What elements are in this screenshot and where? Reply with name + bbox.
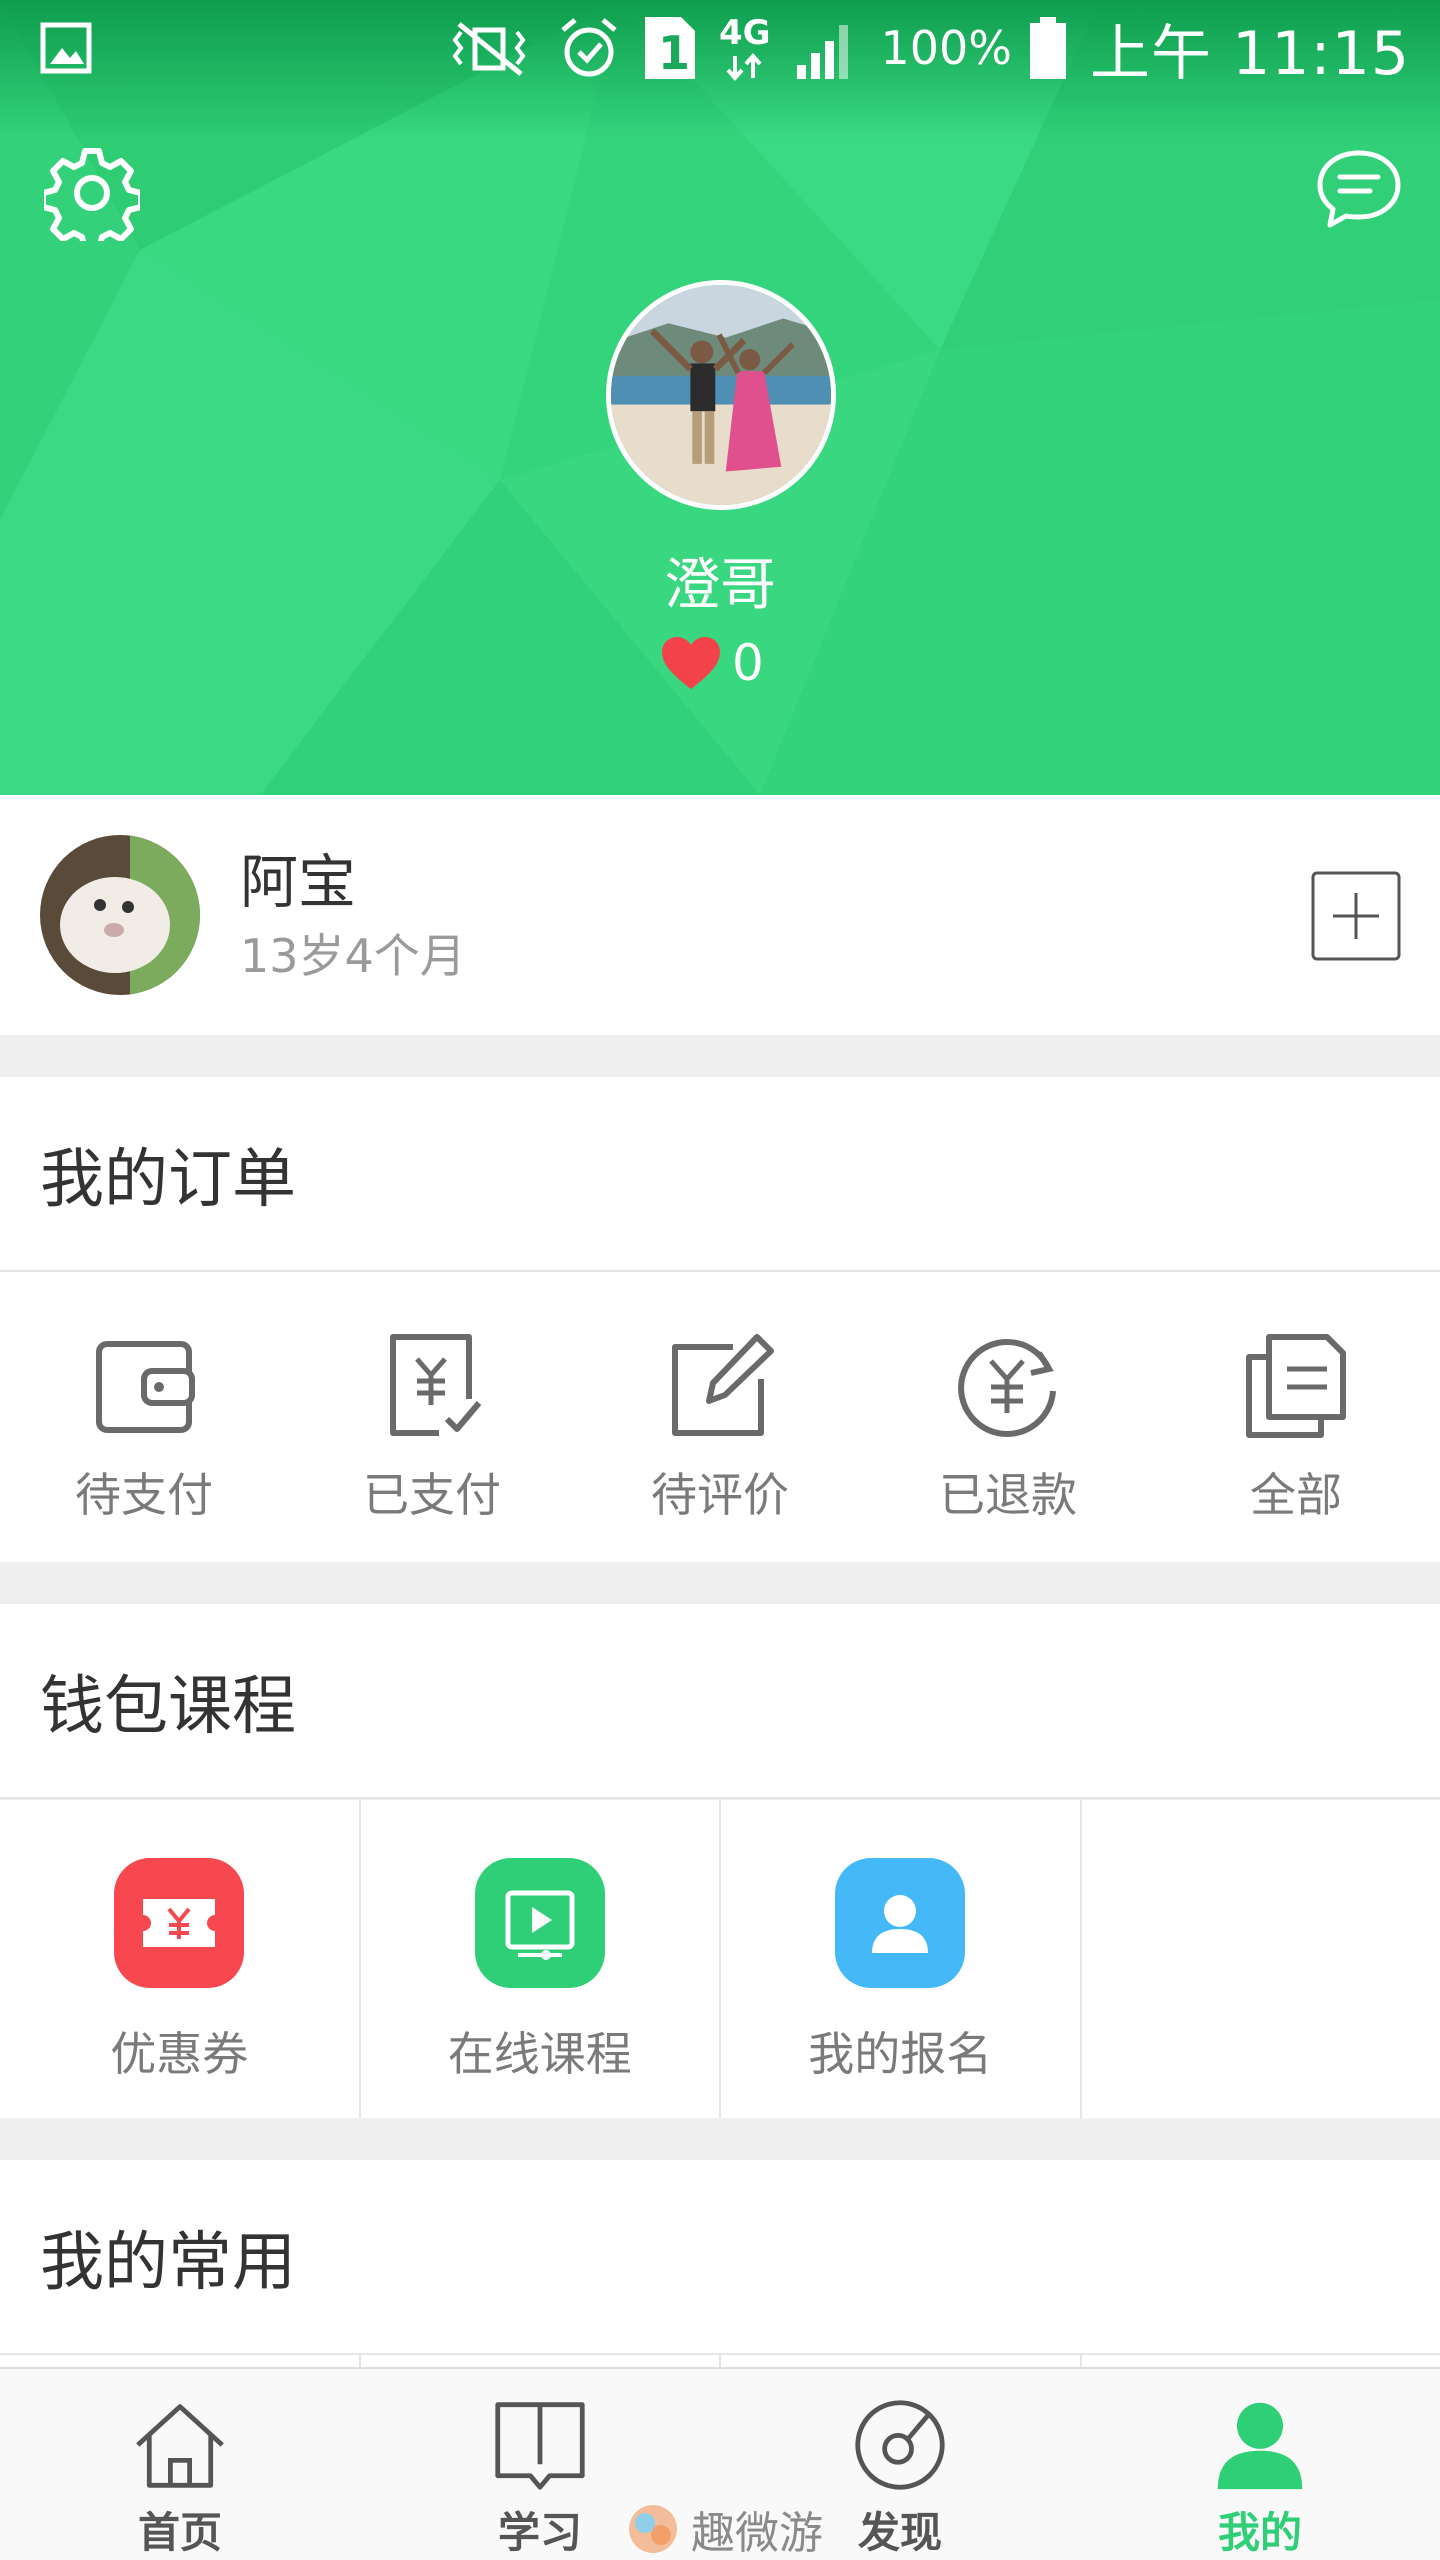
tab-label: 发现	[857, 2508, 942, 2557]
order-pending-review[interactable]: 待评价	[576, 1272, 864, 1562]
likes-count: 0	[732, 634, 764, 692]
orders-grid: 待支付 已支付 待评价 已退款 全部	[0, 1272, 1440, 1562]
wallet-label: 我的报名	[808, 2027, 993, 2081]
order-label: 已退款	[939, 1468, 1077, 1522]
compass-icon	[855, 2400, 945, 2490]
coupon-icon	[143, 1899, 216, 1947]
wallet-label: 优惠券	[110, 2027, 249, 2081]
wallet-section-header: 钱包课程	[0, 1604, 1440, 1799]
wallet-my-registration[interactable]: 我的报名	[721, 1800, 1082, 2118]
common-section-header: 我的常用	[0, 2160, 1440, 2355]
likes-counter: 0	[660, 630, 764, 696]
wallet-coupon[interactable]: 优惠券	[0, 1800, 361, 2118]
order-label: 全部	[1250, 1468, 1342, 1522]
registration-badge	[835, 1858, 966, 1988]
orders-section-title: 我的订单	[40, 1142, 296, 1217]
tab-label: 学习	[497, 2508, 582, 2557]
wallet-grid: 优惠券 在线课程 我的报名	[0, 1800, 1440, 2118]
tab-label: 首页	[137, 2508, 222, 2557]
order-all[interactable]: 全部	[1152, 1272, 1440, 1562]
coupon-badge	[114, 1858, 245, 1988]
person-icon	[872, 1895, 929, 1953]
order-label: 已支付	[363, 1468, 501, 1522]
tab-mine[interactable]: 我的	[1080, 2369, 1440, 2560]
tab-label: 我的	[1217, 2508, 1302, 2557]
wallet-section-title: 钱包课程	[40, 1669, 296, 1744]
child-avatar	[40, 835, 200, 995]
common-slot	[1082, 2355, 1440, 2367]
book-icon	[495, 2402, 585, 2490]
paid-receipt-icon	[390, 1334, 482, 1436]
signal-icon	[796, 25, 848, 79]
avatar-photo-beach	[611, 285, 831, 505]
child-age: 13岁4个月	[240, 929, 466, 983]
orders-section-header[interactable]: 我的订单	[0, 1077, 1440, 1272]
profile-header: 1 4G 100% 上午 11:15 澄哥 0	[0, 0, 1440, 795]
all-orders-icon	[1246, 1334, 1346, 1438]
alarm-icon	[560, 18, 617, 77]
profile-username: 澄哥	[664, 553, 776, 618]
order-refunded[interactable]: 已退款	[864, 1272, 1152, 1562]
wallet-label: 在线课程	[447, 2027, 632, 2081]
child-name: 阿宝	[240, 848, 357, 916]
common-grid	[0, 2355, 1440, 2367]
heart-icon	[662, 637, 720, 689]
vibrate-mute-icon	[452, 22, 525, 76]
home-icon	[136, 2404, 224, 2488]
order-label: 待支付	[75, 1468, 213, 1522]
order-pending-payment[interactable]: 待支付	[0, 1272, 288, 1562]
common-slot	[361, 2355, 721, 2367]
gallery-notification-icon	[40, 22, 92, 74]
user-avatar[interactable]	[606, 280, 836, 510]
wallet-empty-slot	[1082, 1800, 1440, 2118]
user-icon	[1217, 2402, 1303, 2490]
settings-gear-icon[interactable]	[44, 145, 140, 241]
order-label: 待评价	[651, 1468, 789, 1522]
add-child-button[interactable]	[1311, 871, 1401, 961]
status-time: 上午 11:15	[1090, 18, 1410, 89]
tab-home[interactable]: 首页	[0, 2369, 360, 2560]
common-slot	[721, 2355, 1082, 2367]
sim-card-icon: 1	[644, 17, 695, 80]
battery-icon	[1030, 17, 1067, 79]
wallet-icon	[96, 1341, 195, 1433]
watermark-logo-icon	[629, 2505, 677, 2553]
refund-icon	[958, 1339, 1056, 1437]
video-course-icon	[505, 1890, 575, 1960]
message-bubble-icon[interactable]	[1314, 145, 1404, 235]
svg-text:4G: 4G	[719, 13, 771, 53]
battery-percent: 100%	[880, 21, 1013, 75]
child-profile-row[interactable]: 阿宝 13岁4个月	[0, 795, 1440, 1035]
network-4g-icon: 4G	[719, 13, 771, 82]
online-course-badge	[474, 1858, 605, 1988]
order-paid[interactable]: 已支付	[288, 1272, 576, 1562]
edit-review-icon	[672, 1334, 774, 1436]
svg-text:1: 1	[658, 26, 690, 80]
child-avatar-photo	[40, 835, 200, 995]
common-section-title: 我的常用	[40, 2225, 296, 2300]
common-slot	[0, 2355, 361, 2367]
watermark: 趣微游	[625, 2497, 823, 2560]
wallet-online-course[interactable]: 在线课程	[361, 1800, 721, 2118]
watermark-text: 趣微游	[691, 2508, 823, 2559]
status-bar: 1 4G 100% 上午 11:15	[0, 0, 1440, 96]
